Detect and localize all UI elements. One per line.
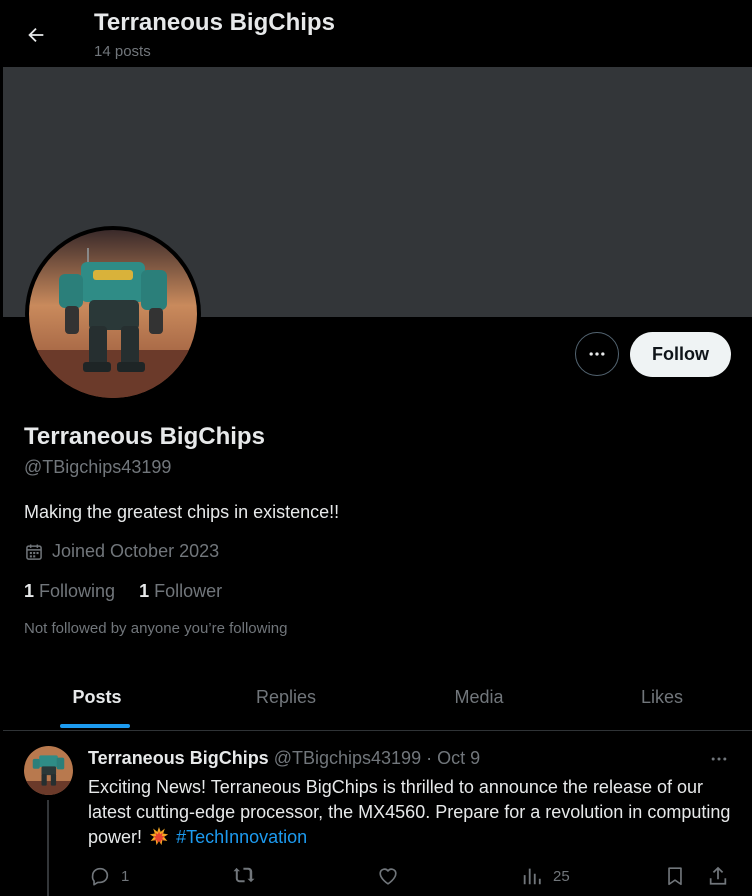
following-label: Following — [39, 581, 116, 601]
reply-count: 1 — [121, 867, 130, 885]
bookmark-icon — [668, 867, 682, 886]
collision-emoji — [149, 826, 169, 846]
views-button[interactable]: 25 — [521, 862, 570, 890]
avatar[interactable] — [29, 230, 197, 398]
post-header: Terraneous BigChips @TBigchips43199 · Oc… — [88, 748, 480, 769]
post-author-name[interactable]: Terraneous BigChips — [88, 748, 269, 768]
more-options-button[interactable] — [575, 332, 619, 376]
joined-date: Joined October 2023 — [24, 541, 219, 562]
top-bar: Terraneous BigChips 14 posts — [0, 0, 752, 67]
followers-link[interactable]: 1 Follower — [139, 581, 222, 602]
share-icon — [709, 866, 727, 885]
tab-posts[interactable]: Posts — [3, 665, 191, 730]
follow-button[interactable]: Follow — [630, 332, 731, 377]
robot-avatar-image — [24, 746, 73, 795]
robot-avatar-image — [29, 230, 197, 398]
tab-media[interactable]: Media — [381, 665, 577, 730]
views-icon — [523, 868, 541, 885]
repost-button[interactable] — [232, 862, 266, 890]
joined-text: Joined October 2023 — [52, 541, 220, 561]
followers-label: Follower — [154, 581, 223, 601]
follow-stats: 1 Following 1 Follower — [24, 581, 222, 602]
profile-display-name: Terraneous BigChips — [24, 423, 265, 450]
heart-icon — [379, 868, 397, 885]
post-author-avatar[interactable] — [24, 746, 73, 795]
hashtag-link[interactable]: #TechInnovation — [176, 827, 307, 847]
followers-count: 1 — [139, 581, 150, 601]
thread-line — [47, 800, 49, 896]
arrow-left-icon — [28, 27, 44, 43]
page-title: Terraneous BigChips — [94, 9, 335, 36]
profile-bio: Making the greatest chips in existence!! — [24, 502, 340, 522]
repost-icon — [233, 867, 255, 883]
more-horizontal-icon — [589, 352, 605, 356]
tab-replies[interactable]: Replies — [191, 665, 381, 730]
active-tab-indicator — [60, 724, 130, 728]
tab-likes[interactable]: Likes — [577, 665, 747, 730]
calendar-icon — [26, 544, 42, 560]
post-author-meta[interactable]: @TBigchips43199 · Oct 9 — [274, 748, 480, 768]
post-count: 14 posts — [94, 43, 151, 60]
profile-tabs: Posts Replies Media Likes — [3, 665, 752, 731]
following-count: 1 — [24, 581, 35, 601]
share-button[interactable] — [707, 862, 729, 890]
bookmark-button[interactable] — [664, 862, 686, 890]
reply-button[interactable]: 1 — [89, 862, 129, 890]
post-text: Exciting News! Terraneous BigChips is th… — [88, 775, 733, 850]
profile-avatar-frame — [25, 226, 201, 402]
profile-handle: @TBigchips43199 — [24, 457, 172, 477]
reply-icon — [91, 867, 109, 886]
not-followed-notice: Not followed by anyone you’re following — [24, 620, 288, 637]
following-link[interactable]: 1 Following — [24, 581, 115, 602]
post-more-button[interactable] — [704, 746, 734, 772]
like-button[interactable] — [377, 862, 409, 890]
views-count: 25 — [553, 867, 570, 885]
back-button[interactable] — [18, 17, 54, 53]
more-horizontal-icon — [711, 757, 727, 761]
